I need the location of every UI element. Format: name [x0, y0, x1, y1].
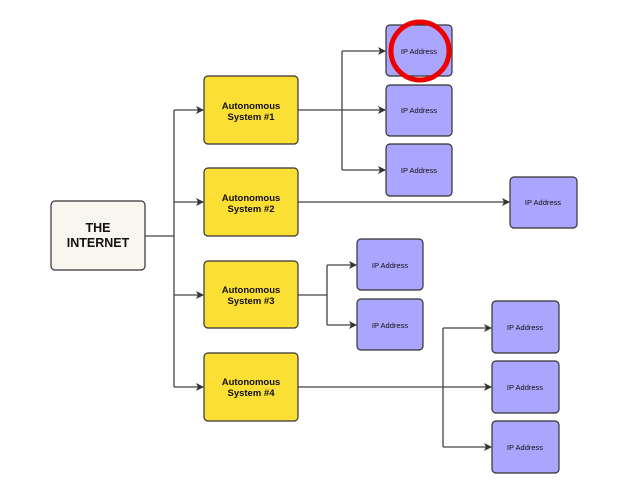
internet-label-line1: THE: [86, 221, 111, 235]
as-node-1: Autonomous System #1: [203, 75, 299, 145]
internet-node: THE INTERNET: [50, 200, 146, 271]
as-node-4: Autonomous System #4: [203, 352, 299, 422]
ip-node: IP Address: [385, 84, 453, 137]
ip-label: IP Address: [507, 323, 543, 332]
as-label: System #2: [227, 204, 274, 215]
ip-label: IP Address: [507, 443, 543, 452]
ip-label: IP Address: [372, 261, 408, 270]
ip-label: IP Address: [525, 198, 561, 207]
as-label: Autonomous: [222, 193, 281, 204]
ip-node: IP Address: [356, 298, 424, 351]
network-hierarchy-diagram: THE INTERNET Autonomous System #1 Autono…: [50, 19, 578, 474]
as-node-2: Autonomous System #2: [203, 167, 299, 237]
ip-label: IP Address: [401, 106, 437, 115]
ip-node: IP Address: [491, 300, 560, 354]
as1-connectors: [298, 47, 386, 174]
as-label: System #1: [227, 112, 275, 123]
ip-label: IP Address: [401, 166, 437, 175]
internet-label-line2: INTERNET: [67, 236, 130, 250]
ip-node: IP Address: [491, 360, 560, 414]
ip-node: IP Address: [385, 143, 453, 197]
ip-node: IP Address: [491, 420, 560, 474]
ip-node: IP Address: [509, 176, 578, 229]
as-label: Autonomous: [222, 101, 281, 112]
ip-label: IP Address: [372, 321, 408, 330]
ip-label: IP Address: [401, 47, 437, 56]
as-node-3: Autonomous System #3: [203, 260, 299, 329]
as-label: Autonomous: [222, 377, 281, 388]
internet-connectors: [145, 106, 204, 391]
as-label: System #3: [227, 296, 274, 307]
as-label: System #4: [227, 388, 275, 399]
as3-connectors: [298, 261, 357, 329]
ip-node: IP Address: [356, 238, 424, 291]
as-label: Autonomous: [222, 285, 281, 296]
ip-label: IP Address: [507, 383, 543, 392]
